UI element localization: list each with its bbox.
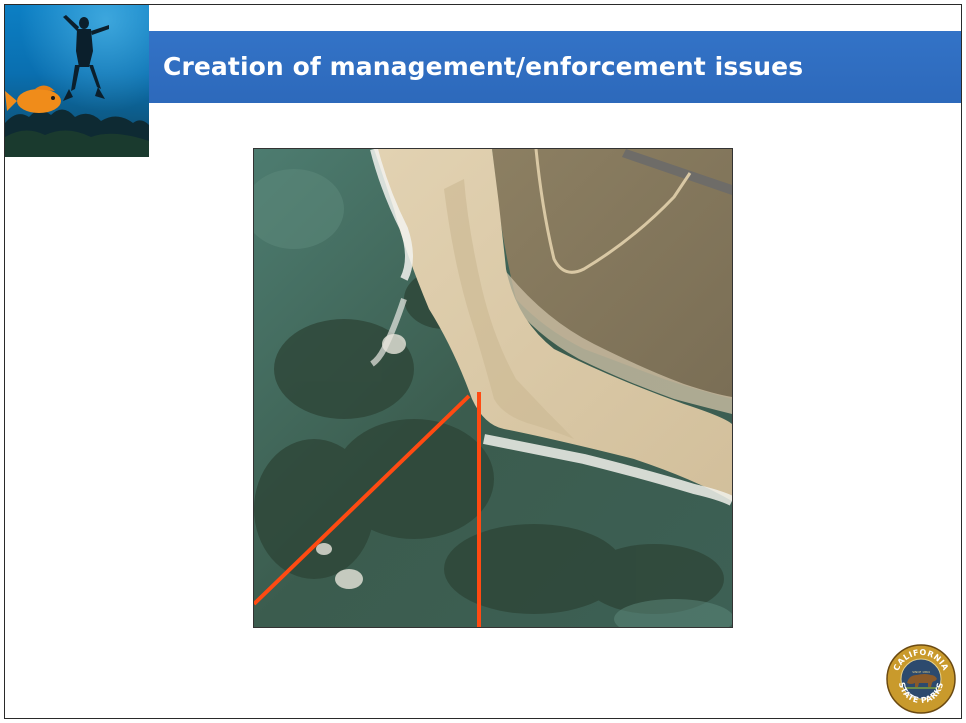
svg-text:SINCE 1864: SINCE 1864 [912, 670, 930, 674]
state-parks-seal-icon: CALIFORNIA STATE PARKS SINCE 1864 [886, 644, 956, 714]
slide-title: Creation of management/enforcement issue… [163, 52, 804, 81]
diver-and-fish-photo [5, 5, 149, 157]
slide: Creation of management/enforcement issue… [4, 4, 962, 719]
aerial-map-photo [253, 148, 733, 628]
